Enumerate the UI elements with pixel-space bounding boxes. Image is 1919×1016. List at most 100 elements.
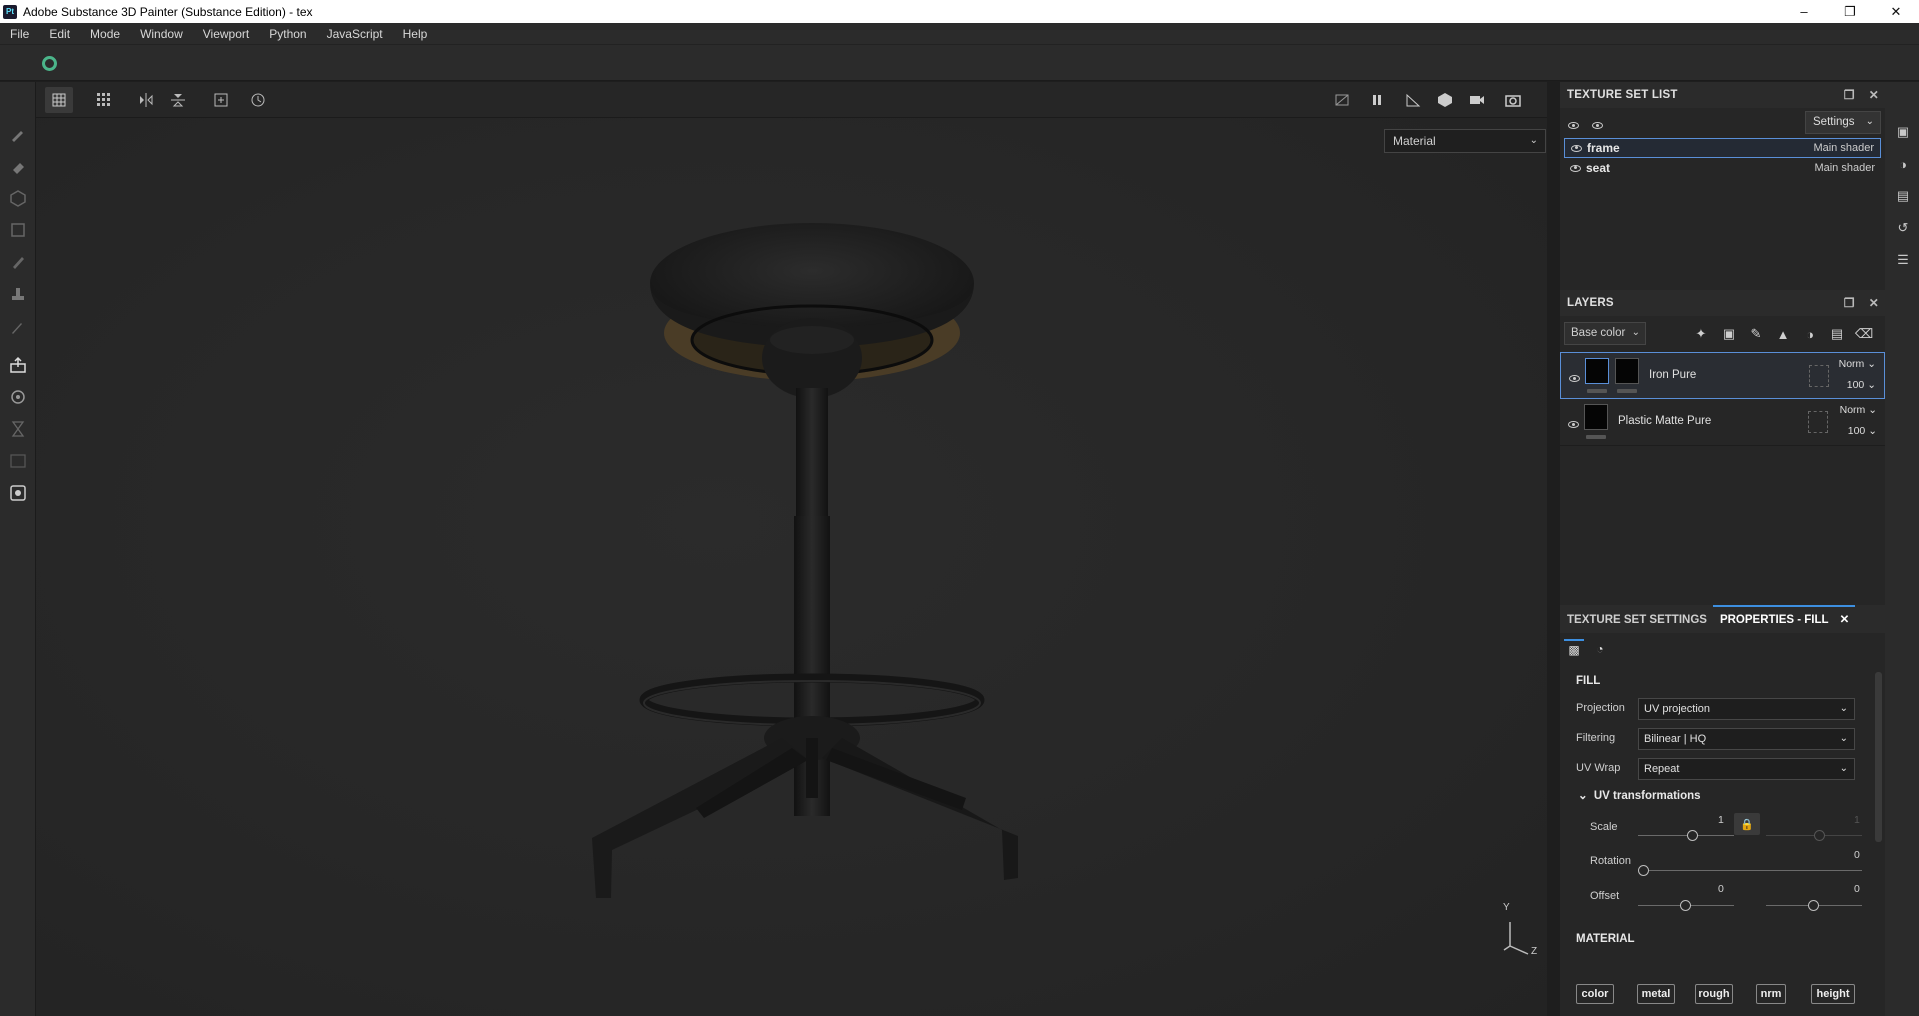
log-icon[interactable]: ☰ <box>1895 252 1911 268</box>
add-paint-layer-icon[interactable]: ✎ <box>1747 325 1765 343</box>
add-smart-material-icon[interactable]: ◑ <box>1801 325 1819 343</box>
menu-python[interactable]: Python <box>259 27 316 41</box>
bake-settings-icon[interactable] <box>9 388 27 406</box>
rotation-slider[interactable] <box>1638 870 1862 871</box>
delete-layer-icon[interactable]: ⌫ <box>1855 325 1873 343</box>
uv-grid-view-icon[interactable] <box>45 87 73 113</box>
scale-u-handle[interactable] <box>1687 830 1698 841</box>
uv-transformations-toggle[interactable]: ⌄ UV transformations <box>1578 788 1701 802</box>
minimize-button[interactable]: – <box>1781 0 1827 23</box>
fill-settings-icon[interactable]: ▩ <box>1564 639 1584 659</box>
color-picker-icon[interactable] <box>9 317 27 335</box>
plugin-ring-icon[interactable] <box>42 56 57 71</box>
menu-edit[interactable]: Edit <box>39 27 80 41</box>
tab-texture-set-settings[interactable]: TEXTURE SET SETTINGS <box>1560 614 1713 633</box>
eye-icon[interactable] <box>1569 375 1580 382</box>
eye-icon[interactable] <box>1570 164 1581 172</box>
layer-row[interactable]: Plastic Matte Pure Norm ⌄ 100 ⌄ <box>1560 399 1885 446</box>
layer-row[interactable]: Iron Pure Norm ⌄ 100 ⌄ <box>1560 352 1885 399</box>
channel-metal-button[interactable]: metal <box>1637 984 1675 1004</box>
material-sphere-icon[interactable]: ◔ <box>1590 639 1610 659</box>
menu-viewport[interactable]: Viewport <box>193 27 259 41</box>
scale-u-slider[interactable] <box>1638 835 1734 836</box>
rotation-value[interactable]: 0 <box>1854 849 1860 861</box>
blend-mode-dropdown[interactable]: Norm ⌄ <box>1839 358 1876 370</box>
offset-u-handle[interactable] <box>1680 900 1691 911</box>
blend-mode-dropdown[interactable]: Norm ⌄ <box>1840 404 1877 416</box>
smudge-icon[interactable] <box>9 253 27 271</box>
menu-mode[interactable]: Mode <box>80 27 130 41</box>
fill-thumbnail[interactable] <box>1584 404 1608 430</box>
mask-thumbnail[interactable] <box>1615 358 1639 384</box>
scale-u-value[interactable]: 1 <box>1718 814 1724 826</box>
add-folder-icon[interactable]: ▤ <box>1828 325 1846 343</box>
menu-help[interactable]: Help <box>393 27 438 41</box>
screenshot-camera-icon[interactable] <box>1499 87 1527 113</box>
image-icon[interactable] <box>9 452 27 470</box>
export-icon[interactable] <box>9 356 27 374</box>
texture-set-shader[interactable]: Main shader <box>1813 142 1874 154</box>
offset-v-value[interactable]: 0 <box>1854 883 1860 895</box>
add-fill-layer-icon[interactable]: ▲ <box>1774 325 1792 343</box>
properties-scrollbar[interactable] <box>1875 672 1882 842</box>
channel-height-button[interactable]: height <box>1811 984 1855 1004</box>
add-frame-icon[interactable] <box>207 87 235 113</box>
settings-dropdown[interactable]: Settings ⌄ <box>1805 111 1881 134</box>
geometry-mask-icon[interactable] <box>9 221 27 239</box>
tile-grid-icon[interactable] <box>90 87 118 113</box>
mirror-vertical-icon[interactable] <box>164 87 192 113</box>
menu-file[interactable]: File <box>0 27 39 41</box>
paint-brush-icon[interactable] <box>9 125 27 143</box>
menu-javascript[interactable]: JavaScript <box>317 27 393 41</box>
solo-view-icon[interactable] <box>1592 118 1608 132</box>
tab-properties-fill[interactable]: PROPERTIES - FILL ✕ <box>1712 605 1856 633</box>
close-panel-icon[interactable]: ✕ <box>1869 296 1879 310</box>
scale-v-handle[interactable] <box>1814 830 1825 841</box>
camera-video-icon[interactable] <box>1463 87 1491 113</box>
close-window-button[interactable]: ✕ <box>1873 0 1919 23</box>
uvwrap-dropdown[interactable]: Repeat ⌄ <box>1638 758 1855 780</box>
layer-mask-slot[interactable] <box>1809 365 1829 387</box>
menu-window[interactable]: Window <box>130 27 193 41</box>
clone-stamp-icon[interactable] <box>9 285 27 303</box>
history-icon[interactable] <box>244 87 272 113</box>
lock-icon[interactable]: 🔒 <box>1734 813 1760 835</box>
mirror-horizontal-icon[interactable] <box>132 87 160 113</box>
layer-mask-slot[interactable] <box>1808 411 1828 433</box>
texture-set-row[interactable]: frame Main shader <box>1564 138 1881 158</box>
visibility-toggle-icon[interactable] <box>1568 118 1584 132</box>
scale-v-value[interactable]: 1 <box>1854 814 1860 826</box>
projection-icon[interactable] <box>9 189 27 207</box>
maximize-button[interactable]: ❐ <box>1827 0 1873 23</box>
eye-icon[interactable] <box>1571 144 1582 152</box>
offset-v-handle[interactable] <box>1808 900 1819 911</box>
eye-icon[interactable] <box>1568 421 1579 428</box>
projection-dropdown[interactable]: UV projection ⌄ <box>1638 698 1855 720</box>
add-mask-icon[interactable]: ▣ <box>1720 325 1738 343</box>
undock-icon[interactable]: ❐ <box>1844 296 1855 310</box>
channel-dropdown[interactable]: Base color ⌄ <box>1564 322 1646 345</box>
add-effect-icon[interactable]: ✦ <box>1692 325 1710 343</box>
fill-thumbnail[interactable] <box>1585 358 1609 384</box>
offset-u-value[interactable]: 0 <box>1718 883 1724 895</box>
undock-icon[interactable]: ❐ <box>1844 88 1855 102</box>
view-3d-cube-icon[interactable] <box>1431 87 1459 113</box>
channel-rough-button[interactable]: rough <box>1695 984 1733 1004</box>
history-icon[interactable]: ↺ <box>1895 220 1911 236</box>
close-tab-icon[interactable]: ✕ <box>1840 614 1850 626</box>
texture-set-shader[interactable]: Main shader <box>1814 162 1875 174</box>
hourglass-icon[interactable] <box>9 420 27 438</box>
environment-icon[interactable]: ◑ <box>1895 156 1911 172</box>
rotation-handle[interactable] <box>1638 865 1649 876</box>
filtering-dropdown[interactable]: Bilinear | HQ ⌄ <box>1638 728 1855 750</box>
render-icon[interactable] <box>9 484 27 502</box>
opacity-dropdown[interactable]: 100 ⌄ <box>1848 425 1877 437</box>
display-settings-icon[interactable]: ▣ <box>1895 124 1911 140</box>
assets-shelf-icon[interactable]: ▤ <box>1895 188 1911 204</box>
3d-viewport[interactable]: Material ⌄ Y Z <box>36 118 1547 1016</box>
eraser-icon[interactable] <box>9 157 27 175</box>
channel-nrm-button[interactable]: nrm <box>1756 984 1786 1004</box>
opacity-dropdown[interactable]: 100 ⌄ <box>1847 379 1876 391</box>
pause-icon[interactable] <box>1363 87 1391 113</box>
hide-overlay-icon[interactable] <box>1328 87 1356 113</box>
